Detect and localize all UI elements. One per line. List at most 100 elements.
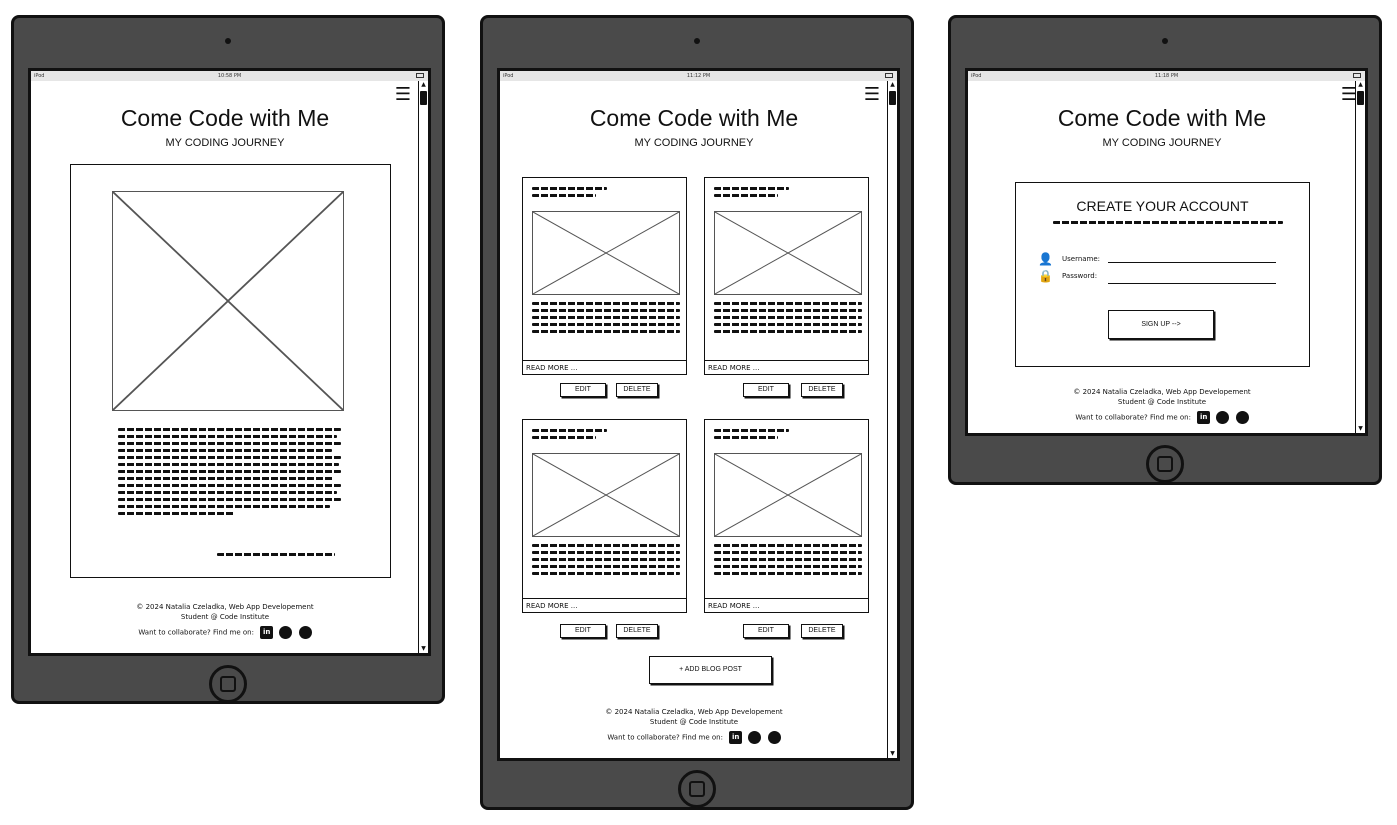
lock-icon: 🔒 — [1038, 269, 1053, 283]
scroll-up-icon[interactable]: ▲ — [419, 81, 428, 89]
delete-button[interactable]: DELETE — [801, 383, 843, 397]
github-icon[interactable] — [1216, 411, 1230, 424]
linkedin-icon[interactable]: in — [1197, 411, 1211, 424]
home-button[interactable] — [678, 770, 716, 808]
page-title: Come Code with Me — [120, 105, 330, 131]
status-time: 11:12 PM — [686, 73, 711, 79]
password-field[interactable] — [1108, 283, 1276, 284]
hamburger-menu-icon[interactable]: ☰ — [864, 86, 880, 104]
edit-button[interactable]: EDIT — [560, 624, 606, 638]
home-button[interactable] — [209, 665, 247, 703]
status-time: 11:18 PM — [1154, 73, 1179, 79]
card-excerpt — [532, 544, 680, 579]
footer-copyright: © 2024 Natalia Czeladka, Web App Develop… — [605, 708, 783, 716]
status-bar: iPod 11:18 PM — [968, 71, 1365, 81]
home-button[interactable] — [1146, 445, 1184, 483]
edit-button[interactable]: EDIT — [743, 624, 789, 638]
tablet-signup: iPod 11:18 PM ▲ ▼ ☰ Come Code with Me MY… — [948, 15, 1382, 485]
post-card — [70, 164, 391, 578]
card-title-text — [714, 187, 789, 201]
blog-card: READ MORE ... — [704, 177, 869, 375]
hamburger-menu-icon[interactable]: ☰ — [1341, 86, 1357, 104]
footer-collaborate: Want to collaborate? Find me on: — [1075, 413, 1191, 422]
card-excerpt — [714, 302, 862, 337]
page-title: Come Code with Me — [1057, 105, 1267, 131]
footer: © 2024 Natalia Czeladka, Web App Develop… — [968, 387, 1356, 424]
status-time: 10:58 PM — [217, 73, 242, 79]
page-subtitle: MY CODING JOURNEY — [165, 137, 285, 149]
github-icon[interactable] — [279, 626, 293, 639]
username-label: Username: — [1062, 255, 1101, 263]
battery-icon — [1353, 73, 1361, 78]
scroll-down-icon[interactable]: ▼ — [419, 645, 428, 653]
footer-student: Student @ Code Institute — [649, 718, 739, 726]
scrollbar[interactable]: ▲ ▼ — [887, 81, 897, 758]
image-placeholder-icon — [532, 453, 680, 537]
image-placeholder-icon — [714, 453, 862, 537]
hamburger-menu-icon[interactable]: ☰ — [395, 86, 411, 104]
scroll-thumb[interactable] — [889, 91, 896, 105]
scroll-thumb[interactable] — [420, 91, 427, 105]
status-bar: iPod 11:12 PM — [500, 71, 897, 81]
image-placeholder-icon — [714, 211, 862, 295]
edit-button[interactable]: EDIT — [560, 383, 606, 397]
card-title-text — [532, 187, 607, 201]
card-title-text — [532, 429, 607, 443]
edit-button[interactable]: EDIT — [743, 383, 789, 397]
signup-heading: CREATE YOUR ACCOUNT — [1076, 198, 1249, 214]
read-more-link[interactable]: READ MORE ... — [523, 598, 686, 612]
battery-icon — [885, 73, 893, 78]
scroll-thumb[interactable] — [1357, 91, 1364, 105]
footer: © 2024 Natalia Czeladka, Web App Develop… — [31, 602, 419, 639]
footer-copyright: © 2024 Natalia Czeladka, Web App Develop… — [1073, 388, 1251, 396]
tablet-post-view: iPod 10:58 PM ▲ ▼ ☰ Come Code with Me MY… — [11, 15, 445, 704]
facebook-icon[interactable] — [767, 731, 781, 744]
blog-card: READ MORE ... — [522, 419, 687, 613]
footer-student: Student @ Code Institute — [180, 613, 270, 621]
linkedin-icon[interactable]: in — [729, 731, 743, 744]
scroll-down-icon[interactable]: ▼ — [1356, 425, 1365, 433]
image-placeholder-icon — [112, 191, 344, 411]
page-subtitle: MY CODING JOURNEY — [634, 137, 754, 149]
post-signature — [217, 553, 335, 560]
scroll-up-icon[interactable]: ▲ — [1356, 81, 1365, 89]
scrollbar[interactable]: ▲ ▼ — [418, 81, 428, 653]
read-more-link[interactable]: READ MORE ... — [705, 360, 868, 374]
read-more-link[interactable]: READ MORE ... — [523, 360, 686, 374]
facebook-icon[interactable] — [1235, 411, 1249, 424]
scrollbar[interactable]: ▲ ▼ — [1355, 81, 1365, 433]
camera-dot — [1162, 38, 1168, 44]
linkedin-icon[interactable]: in — [260, 626, 274, 639]
sign-up-button[interactable]: SIGN UP --> — [1108, 310, 1214, 339]
read-more-link[interactable]: READ MORE ... — [705, 598, 868, 612]
camera-dot — [694, 38, 700, 44]
delete-button[interactable]: DELETE — [801, 624, 843, 638]
battery-icon — [416, 73, 424, 78]
delete-button[interactable]: DELETE — [616, 624, 658, 638]
footer-collaborate: Want to collaborate? Find me on: — [138, 628, 254, 637]
facebook-icon[interactable] — [298, 626, 312, 639]
blog-card: READ MORE ... — [704, 419, 869, 613]
password-label: Password: — [1062, 272, 1098, 280]
card-excerpt — [714, 544, 862, 579]
scroll-down-icon[interactable]: ▼ — [888, 750, 897, 758]
delete-button[interactable]: DELETE — [616, 383, 658, 397]
add-blog-post-button[interactable]: + ADD BLOG POST — [649, 656, 772, 684]
screen: iPod 11:12 PM ▲ ▼ ☰ Come Code with Me MY… — [497, 68, 900, 761]
scroll-up-icon[interactable]: ▲ — [888, 81, 897, 89]
footer-collaborate: Want to collaborate? Find me on: — [607, 733, 723, 742]
image-placeholder-icon — [532, 211, 680, 295]
status-bar: iPod 10:58 PM — [31, 71, 428, 81]
footer-student: Student @ Code Institute — [1117, 398, 1207, 406]
github-icon[interactable] — [748, 731, 762, 744]
card-title-text — [714, 429, 789, 443]
card-excerpt — [532, 302, 680, 337]
page-title: Come Code with Me — [589, 105, 799, 131]
page-subtitle: MY CODING JOURNEY — [1102, 137, 1222, 149]
screen: iPod 11:18 PM ▲ ▼ ☰ Come Code with Me MY… — [965, 68, 1368, 436]
signup-subtext — [1053, 221, 1283, 228]
username-field[interactable] — [1108, 262, 1276, 263]
footer-copyright: © 2024 Natalia Czeladka, Web App Develop… — [136, 603, 314, 611]
user-add-icon: 👤 — [1038, 252, 1053, 266]
camera-dot — [225, 38, 231, 44]
